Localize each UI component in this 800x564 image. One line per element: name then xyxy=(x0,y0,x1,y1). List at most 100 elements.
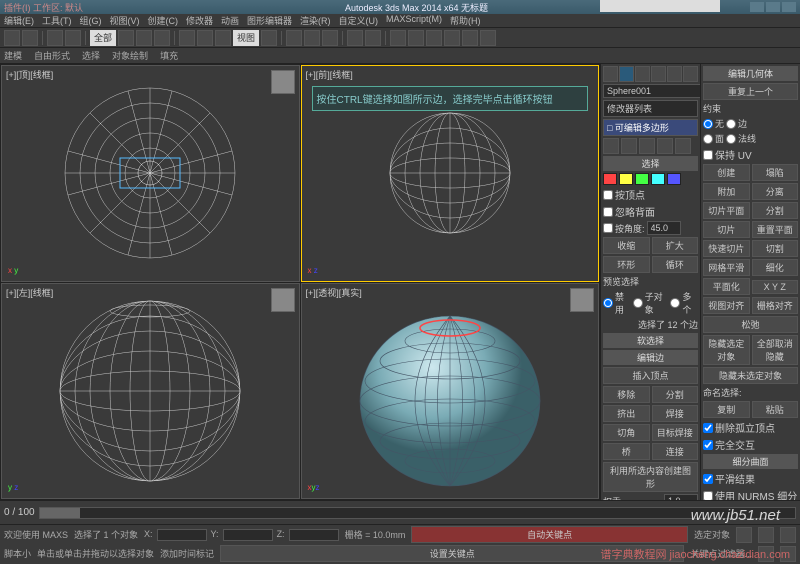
select-filter-dropdown[interactable]: 全部 xyxy=(90,30,116,46)
msmooth-button[interactable]: 网格平滑 xyxy=(703,259,750,276)
menu-help[interactable]: 帮助(H) xyxy=(450,14,481,27)
rollout-editgeom[interactable]: 编辑几何体 xyxy=(703,66,798,81)
shrink-button[interactable]: 收缩 xyxy=(603,237,650,254)
presel-multi[interactable]: 多个 xyxy=(670,290,698,316)
modifier-list-dropdown[interactable]: 修改器列表 xyxy=(603,100,698,117)
detach-button[interactable]: 分离 xyxy=(752,183,799,200)
subobj-vertex[interactable] xyxy=(603,173,617,185)
target-weld-button[interactable]: 目标焊接 xyxy=(652,424,699,441)
weight-spinner[interactable] xyxy=(664,494,698,500)
vp-label-left[interactable]: [+][左][线框] xyxy=(6,286,53,299)
ring-button[interactable]: 环形 xyxy=(603,256,650,273)
ribbon-select[interactable]: 选择 xyxy=(82,49,100,62)
configure-button[interactable] xyxy=(675,138,691,154)
menu-animation[interactable]: 动画 xyxy=(221,14,239,27)
tab-modify[interactable] xyxy=(619,66,634,82)
create-button[interactable]: 创建 xyxy=(703,164,750,181)
y-input[interactable] xyxy=(223,529,273,541)
tab-hierarchy[interactable] xyxy=(635,66,650,82)
grid-align-button[interactable]: 栅格对齐 xyxy=(752,297,799,314)
menu-edit[interactable]: 编辑(E) xyxy=(4,14,34,27)
time-tag-label[interactable]: 添加时间标记 xyxy=(160,547,214,560)
planarize-button[interactable]: 平面化 xyxy=(703,278,750,295)
align-button[interactable] xyxy=(365,30,381,46)
nav-pan-button[interactable] xyxy=(780,527,796,543)
menu-tools[interactable]: 工具(T) xyxy=(42,14,72,27)
grow-button[interactable]: 扩大 xyxy=(652,237,699,254)
select-region-button[interactable] xyxy=(154,30,170,46)
percent-snap-button[interactable] xyxy=(322,30,338,46)
rotate-button[interactable] xyxy=(197,30,213,46)
mirror-button[interactable] xyxy=(347,30,363,46)
menu-modifiers[interactable]: 修改器 xyxy=(186,14,213,27)
loop-button[interactable]: 循环 xyxy=(652,256,699,273)
time-thumb[interactable] xyxy=(40,508,80,518)
menu-maxscript[interactable]: MAXScript(M) xyxy=(386,14,442,27)
menu-graph[interactable]: 图形编辑器 xyxy=(247,14,292,27)
menu-group[interactable]: 组(G) xyxy=(80,14,102,27)
xyz-button[interactable]: X Y Z xyxy=(752,280,799,294)
time-slider[interactable] xyxy=(39,507,796,519)
tab-display[interactable] xyxy=(667,66,682,82)
rollout-subdiv[interactable]: 细分曲面 xyxy=(703,454,798,469)
viewport-perspective[interactable]: [+][透视][真实] xyz xyxy=(301,283,600,500)
link-button[interactable] xyxy=(47,30,63,46)
ribbon-populate[interactable]: 填充 xyxy=(160,49,178,62)
mod-editable-poly[interactable]: □ 可编辑多边形 xyxy=(604,120,697,135)
select-button[interactable] xyxy=(118,30,134,46)
vp-label-top[interactable]: [+][顶][线框] xyxy=(6,68,53,81)
tab-utilities[interactable] xyxy=(683,66,698,82)
viewport-top[interactable]: [+][顶][线框] x y xyxy=(1,65,300,282)
relax-button[interactable]: 松弛 xyxy=(703,316,798,333)
nav-zoom-button[interactable] xyxy=(758,527,774,543)
menu-create[interactable]: 创建(C) xyxy=(148,14,179,27)
curve-editor-button[interactable] xyxy=(408,30,424,46)
schematic-button[interactable] xyxy=(426,30,442,46)
preserve-uv-check[interactable]: 保持 UV xyxy=(703,147,798,162)
presel-subobj[interactable]: 子对象 xyxy=(633,290,669,316)
weld-button[interactable]: 焊接 xyxy=(652,405,699,422)
move-button[interactable] xyxy=(179,30,195,46)
rollout-editedge[interactable]: 编辑边 xyxy=(603,350,698,365)
tab-motion[interactable] xyxy=(651,66,666,82)
play-button[interactable] xyxy=(736,527,752,543)
minimize-icon[interactable] xyxy=(750,2,764,12)
vp-label-persp[interactable]: [+][透视][真实] xyxy=(306,286,362,299)
viewport-front[interactable]: [+][前][线框] 按住CTRL键选择如图所示边，选择完毕点击循环按钮 x z xyxy=(301,65,600,282)
insert-vert-button[interactable]: 插入顶点 xyxy=(603,367,698,384)
redo-button[interactable] xyxy=(22,30,38,46)
material-editor-button[interactable] xyxy=(444,30,460,46)
rollout-selection[interactable]: 选择 xyxy=(603,156,698,171)
remove-mod-button[interactable] xyxy=(657,138,673,154)
attach-button[interactable]: 附加 xyxy=(703,183,750,200)
help-search[interactable] xyxy=(600,0,720,12)
subobj-poly[interactable] xyxy=(651,173,665,185)
ref-coord-dropdown[interactable]: 视图 xyxy=(233,30,259,46)
unique-button[interactable] xyxy=(639,138,655,154)
viewcube-persp[interactable] xyxy=(570,288,594,312)
nurms-check[interactable]: 使用 NURMS 细分 xyxy=(703,488,798,500)
split2-button[interactable]: 分割 xyxy=(752,202,799,219)
undo-button[interactable] xyxy=(4,30,20,46)
render-setup-button[interactable] xyxy=(462,30,478,46)
layer-button[interactable] xyxy=(390,30,406,46)
view-align-button[interactable]: 视图对齐 xyxy=(703,297,750,314)
extrude-button[interactable]: 挤出 xyxy=(603,405,650,422)
select-name-button[interactable] xyxy=(136,30,152,46)
angle-spinner[interactable] xyxy=(647,221,681,235)
auto-key-button[interactable]: 自动关键点 xyxy=(411,526,688,543)
split-button[interactable]: 分割 xyxy=(652,386,699,403)
presel-off[interactable]: 禁用 xyxy=(603,290,631,316)
tab-create[interactable] xyxy=(603,66,618,82)
con-normal[interactable]: 法线 xyxy=(726,132,756,145)
repeat-button[interactable]: 重复上一个 xyxy=(703,83,798,100)
con-face[interactable]: 面 xyxy=(703,132,724,145)
connect-button[interactable]: 连接 xyxy=(652,443,699,460)
ignore-back-check[interactable]: 忽略背面 xyxy=(603,204,698,219)
ribbon-modeling[interactable]: 建模 xyxy=(4,49,22,62)
paste-button[interactable]: 粘贴 xyxy=(752,401,799,418)
unhide-button[interactable]: 全部取消隐藏 xyxy=(752,335,799,365)
modifier-stack[interactable]: □ 可编辑多边形 xyxy=(603,119,698,136)
angle-snap-button[interactable] xyxy=(304,30,320,46)
unlink-button[interactable] xyxy=(65,30,81,46)
